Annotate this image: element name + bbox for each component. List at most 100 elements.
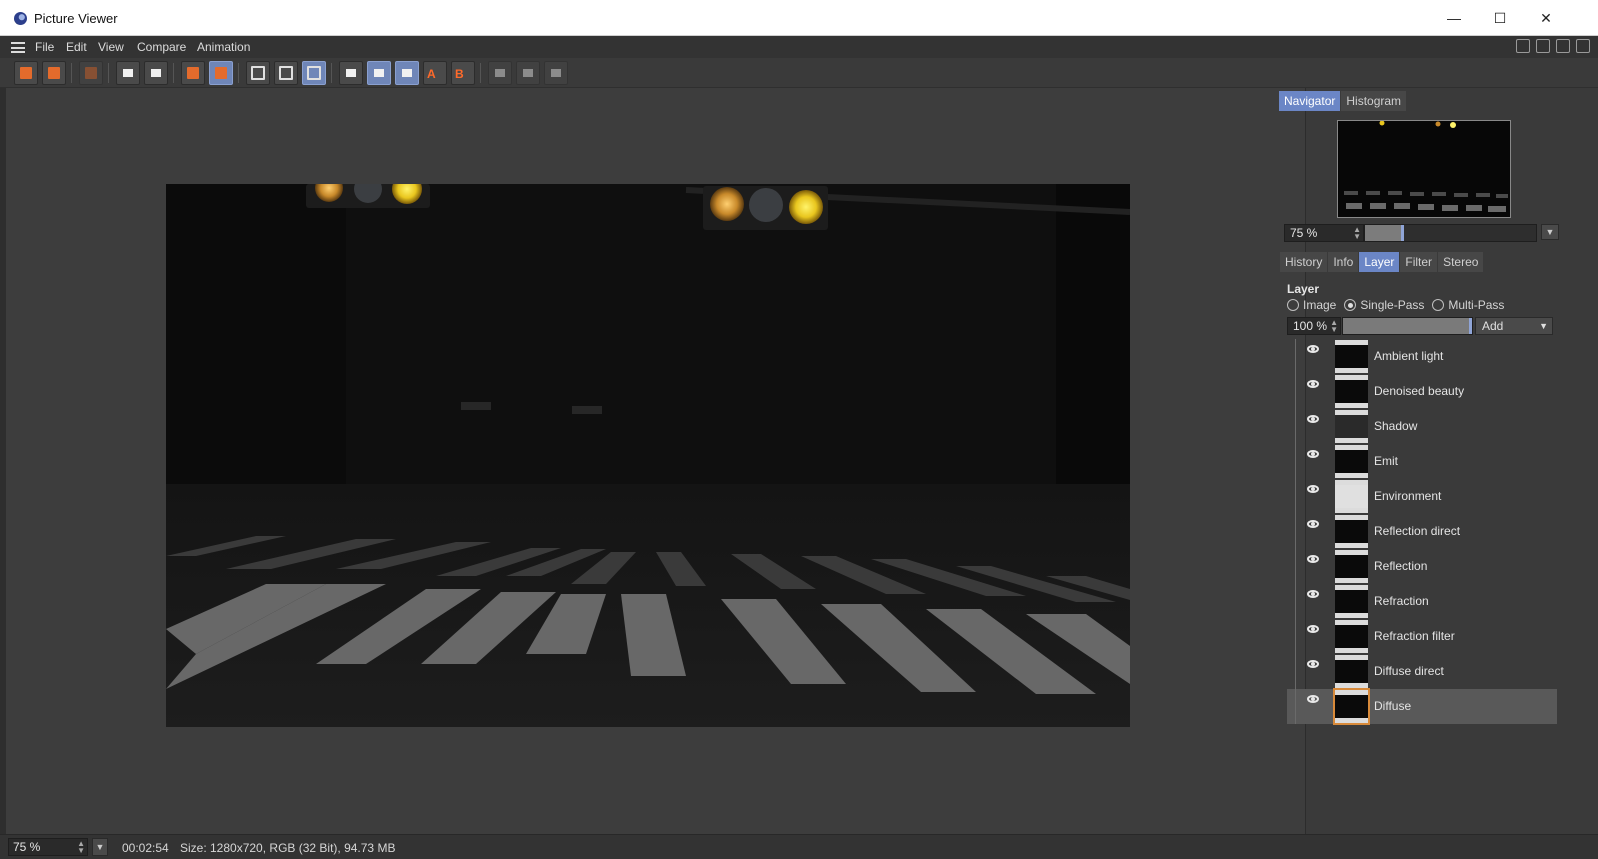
stop-icon <box>151 69 161 77</box>
radio-image-label: Image <box>1303 298 1337 312</box>
render-button[interactable] <box>79 61 103 85</box>
region-render-button[interactable] <box>116 61 140 85</box>
tab-info[interactable]: Info <box>1328 252 1359 272</box>
radio-multi-pass[interactable] <box>1432 299 1445 311</box>
layer-row-environment[interactable]: Environment <box>1287 479 1557 514</box>
open-file-button[interactable] <box>14 61 38 85</box>
eye-icon[interactable] <box>1307 660 1319 668</box>
layer-row-ambient-light[interactable]: Ambient light <box>1287 339 1557 374</box>
opacity-slider[interactable] <box>1342 317 1473 335</box>
layer-thumbnail <box>1335 410 1368 443</box>
side-panel: Navigator Histogram 75 % ▲ ▼ ▼ History I… <box>1279 88 1598 834</box>
layer-thumbnail <box>1335 655 1368 688</box>
radio-image[interactable] <box>1287 299 1299 311</box>
image-canvas[interactable] <box>6 88 1305 834</box>
status-zoom-field[interactable]: 75 % ▲ ▼ <box>8 838 88 856</box>
view-a-icon <box>251 66 265 80</box>
save-file-button[interactable] <box>42 61 66 85</box>
layer-name: Denoised beauty <box>1374 384 1465 398</box>
panel-layout-icon[interactable] <box>1516 39 1530 53</box>
menu-file[interactable]: File <box>35 40 54 54</box>
layer-heading: Layer <box>1287 282 1320 296</box>
maximize-icon[interactable]: ☐ <box>1477 0 1523 36</box>
hamburger-menu-icon[interactable] <box>11 42 25 53</box>
eye-icon[interactable] <box>1307 590 1319 598</box>
eye-icon[interactable] <box>1307 625 1319 633</box>
layer-row-diffuse[interactable]: Diffuse <box>1287 688 1557 725</box>
layer-row-emit[interactable]: Emit <box>1287 444 1557 479</box>
eye-icon[interactable] <box>1307 345 1319 353</box>
dock-icon[interactable] <box>1576 39 1590 53</box>
eye-icon[interactable] <box>1307 555 1319 563</box>
layer-row-diffuse-direct[interactable]: Diffuse direct <box>1287 654 1557 689</box>
window-title: Picture Viewer <box>34 11 118 26</box>
tree-line <box>1295 444 1296 479</box>
eye-icon[interactable] <box>1307 450 1319 458</box>
swap-button[interactable] <box>488 61 512 85</box>
opacity-slider-handle[interactable] <box>1469 318 1472 334</box>
rendered-image[interactable] <box>166 184 1130 727</box>
menu-view[interactable]: View <box>98 40 124 54</box>
blend-mode-select[interactable]: Add ▼ <box>1475 317 1553 335</box>
layer-thumbnail <box>1335 550 1368 583</box>
zoom-dropdown-button[interactable]: ▼ <box>1541 224 1559 240</box>
menu-edit[interactable]: Edit <box>66 40 87 54</box>
radio-single-pass[interactable] <box>1344 299 1357 311</box>
spinner-icon[interactable]: ▲ ▼ <box>1353 226 1361 241</box>
view-b-button[interactable] <box>274 61 298 85</box>
compare-ab-button[interactable] <box>339 61 363 85</box>
menu-compare[interactable]: Compare <box>137 40 186 54</box>
opacity-field[interactable]: 100 % ▲ ▼ <box>1287 317 1341 335</box>
layer-name: Refraction filter <box>1374 629 1455 643</box>
layer-row-reflection[interactable]: Reflection <box>1287 549 1557 584</box>
layer-thumbnail <box>1335 515 1368 548</box>
navigator-thumbnail[interactable] <box>1337 120 1511 218</box>
layer-thumbnail <box>1335 585 1368 618</box>
eye-icon[interactable] <box>1307 415 1319 423</box>
layer-thumbnail <box>1335 340 1368 373</box>
tree-line <box>1295 549 1296 584</box>
status-zoom-value: 75 % <box>13 840 41 854</box>
spinner-icon[interactable]: ▲ ▼ <box>77 840 85 855</box>
view-a-button[interactable] <box>246 61 270 85</box>
tab-layer[interactable]: Layer <box>1359 252 1400 272</box>
paste-image-button[interactable] <box>209 61 233 85</box>
stop-render-button[interactable] <box>144 61 168 85</box>
spinner-icon[interactable]: ▲ ▼ <box>1330 319 1338 334</box>
eye-icon[interactable] <box>1307 485 1319 493</box>
menu-animation[interactable]: Animation <box>197 40 250 54</box>
compare-diff-button[interactable] <box>395 61 419 85</box>
region-icon <box>123 69 133 77</box>
navigator-zoom-field[interactable]: 75 % ▲ ▼ <box>1284 224 1364 242</box>
add-panel-icon[interactable] <box>1536 39 1550 53</box>
split-view-button[interactable] <box>516 61 540 85</box>
tab-navigator[interactable]: Navigator <box>1279 91 1341 111</box>
compare-split-button[interactable] <box>367 61 391 85</box>
eye-icon[interactable] <box>1307 520 1319 528</box>
set-a-button[interactable]: A <box>423 61 447 85</box>
folder-icon <box>20 67 32 79</box>
layer-row-denoised-beauty[interactable]: Denoised beauty <box>1287 374 1557 409</box>
layer-row-refraction[interactable]: Refraction <box>1287 584 1557 619</box>
zoom-slider-handle[interactable] <box>1401 225 1404 241</box>
copy-image-button[interactable] <box>181 61 205 85</box>
close-icon[interactable]: ✕ <box>1523 0 1569 36</box>
set-b-button[interactable]: B <box>451 61 475 85</box>
tree-line <box>1295 619 1296 654</box>
tab-stereo[interactable]: Stereo <box>1438 252 1484 272</box>
layer-row-reflection-direct[interactable]: Reflection direct <box>1287 514 1557 549</box>
move-icon[interactable] <box>1556 39 1570 53</box>
navigator-zoom-slider[interactable] <box>1364 224 1537 242</box>
layer-row-refraction-filter[interactable]: Refraction filter <box>1287 619 1557 654</box>
tab-history[interactable]: History <box>1280 252 1328 272</box>
tree-line <box>1295 374 1296 409</box>
view-ab-button[interactable] <box>302 61 326 85</box>
tab-histogram[interactable]: Histogram <box>1341 91 1407 111</box>
status-zoom-dropdown[interactable]: ▼ <box>92 838 108 856</box>
eye-icon[interactable] <box>1307 695 1319 703</box>
layer-row-shadow[interactable]: Shadow <box>1287 409 1557 444</box>
overlay-button[interactable] <box>544 61 568 85</box>
tab-filter[interactable]: Filter <box>1400 252 1438 272</box>
eye-icon[interactable] <box>1307 380 1319 388</box>
minimize-icon[interactable]: — <box>1431 0 1477 36</box>
